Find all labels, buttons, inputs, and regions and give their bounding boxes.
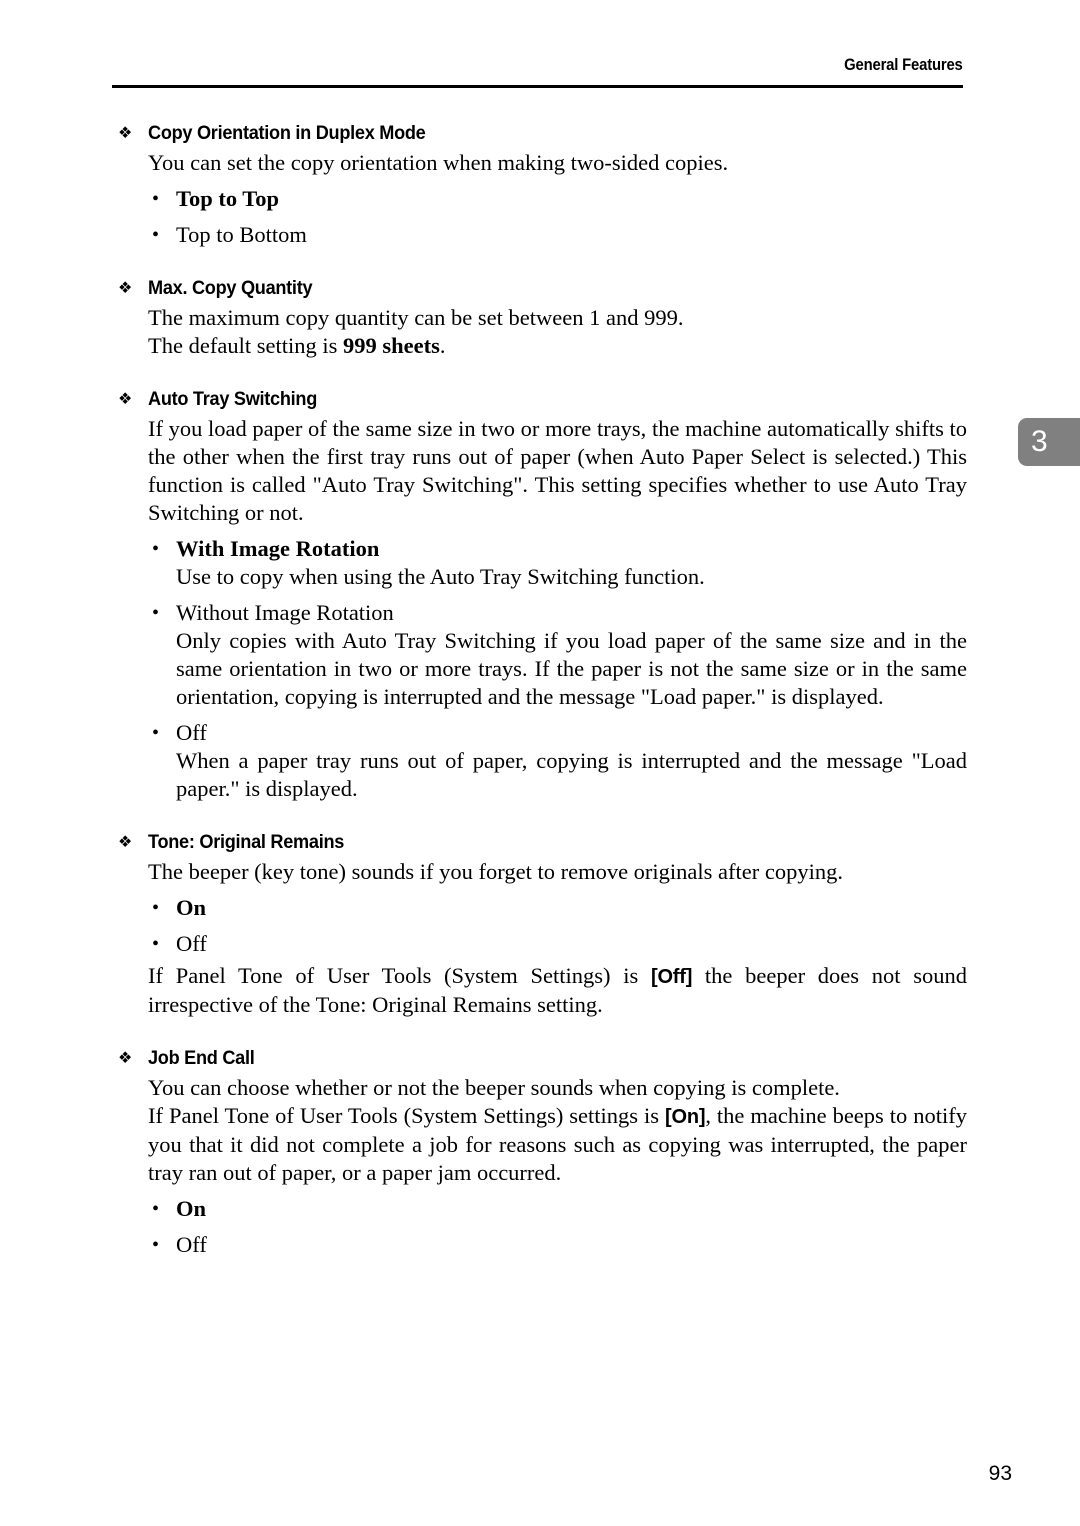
- default-setting-suffix: .: [439, 333, 446, 358]
- list-item-label: With Image Rotation: [176, 536, 380, 561]
- section-heading-max-copy-quantity: ❖ Max. Copy Quantity: [112, 275, 967, 301]
- list-item-label: Top to Bottom: [176, 222, 307, 247]
- diamond-bullet-icon: ❖: [118, 832, 133, 851]
- section-title: Copy Orientation in Duplex Mode: [148, 122, 426, 144]
- list-item-label: Off: [176, 931, 207, 956]
- section-heading-job-end-call: ❖ Job End Call: [112, 1045, 967, 1071]
- list-item-body: Only copies with Auto Tray Switching if …: [176, 628, 967, 709]
- list-item-label: Off: [176, 720, 207, 745]
- section-intro: The beeper (key tone) sounds if you forg…: [148, 859, 843, 884]
- section-intro: You can set the copy orientation when ma…: [148, 150, 729, 175]
- section-intro: If you load paper of the same size in tw…: [148, 416, 967, 525]
- diamond-bullet-icon: ❖: [118, 278, 133, 297]
- list-item-body: Use to copy when using the Auto Tray Swi…: [176, 564, 705, 589]
- page-number: 93: [988, 1462, 1012, 1485]
- status-badge-off: [Off]: [650, 966, 693, 988]
- list-item: • Off When a paper tray runs out of pape…: [112, 719, 967, 803]
- chapter-tab: 3: [1018, 418, 1080, 466]
- section-intro-secondary: The default setting is 999 sheets.: [112, 332, 967, 360]
- list-item-label: Top to Top: [176, 186, 279, 211]
- header-rule: [112, 85, 963, 88]
- section-intro-secondary: If Panel Tone of User Tools (System Sett…: [112, 1102, 967, 1187]
- list-item: • On: [112, 1195, 967, 1223]
- page-header: General Features: [112, 56, 963, 90]
- round-bullet-icon: •: [152, 1234, 160, 1256]
- section-intro: The maximum copy quantity can be set bet…: [148, 305, 684, 330]
- round-bullet-icon: •: [152, 188, 160, 210]
- round-bullet-icon: •: [152, 224, 160, 246]
- page-content: ❖ Copy Orientation in Duplex Mode You ca…: [112, 120, 967, 1259]
- outro-prefix: If Panel Tone of User Tools (System Sett…: [148, 963, 651, 988]
- list-item: • Without Image Rotation Only copies wit…: [112, 599, 967, 711]
- round-bullet-icon: •: [152, 1198, 160, 1220]
- list-item: • Off: [112, 1231, 967, 1259]
- list-item-label: On: [176, 1196, 207, 1221]
- list-item-label: Without Image Rotation: [176, 600, 394, 625]
- diamond-bullet-icon: ❖: [118, 389, 133, 408]
- section-outro: If Panel Tone of User Tools (System Sett…: [112, 962, 967, 1019]
- round-bullet-icon: •: [152, 538, 160, 560]
- diamond-bullet-icon: ❖: [118, 1048, 133, 1067]
- list-item: • Top to Top: [112, 185, 967, 213]
- section-intro: You can choose whether or not the beeper…: [148, 1075, 840, 1100]
- list-item-label: Off: [176, 1232, 207, 1257]
- list-item-body: When a paper tray runs out of paper, cop…: [176, 748, 967, 801]
- round-bullet-icon: •: [152, 897, 160, 919]
- section-heading-auto-tray-switching: ❖ Auto Tray Switching: [112, 386, 967, 412]
- round-bullet-icon: •: [152, 602, 160, 624]
- status-badge-on: [On]: [665, 1106, 706, 1128]
- default-setting-prefix: The default setting is: [148, 333, 343, 358]
- header-title: General Features: [844, 56, 964, 74]
- section-title: Job End Call: [148, 1047, 255, 1069]
- section-title: Max. Copy Quantity: [148, 277, 313, 299]
- list-item-label: On: [176, 895, 207, 920]
- list-item: • Top to Bottom: [112, 221, 967, 249]
- section-title: Auto Tray Switching: [148, 388, 318, 410]
- section-heading-tone-original-remains: ❖ Tone: Original Remains: [112, 829, 967, 855]
- section-heading-copy-orientation: ❖ Copy Orientation in Duplex Mode: [112, 120, 967, 146]
- list-item: • On: [112, 894, 967, 922]
- round-bullet-icon: •: [152, 933, 160, 955]
- round-bullet-icon: •: [152, 722, 160, 744]
- section-title: Tone: Original Remains: [148, 831, 345, 853]
- intro-prefix: If Panel Tone of User Tools (System Sett…: [148, 1103, 666, 1128]
- diamond-bullet-icon: ❖: [118, 123, 133, 142]
- list-item: • With Image Rotation Use to copy when u…: [112, 535, 967, 591]
- list-item: • Off: [112, 930, 967, 958]
- default-setting-value: 999 sheets: [342, 333, 440, 358]
